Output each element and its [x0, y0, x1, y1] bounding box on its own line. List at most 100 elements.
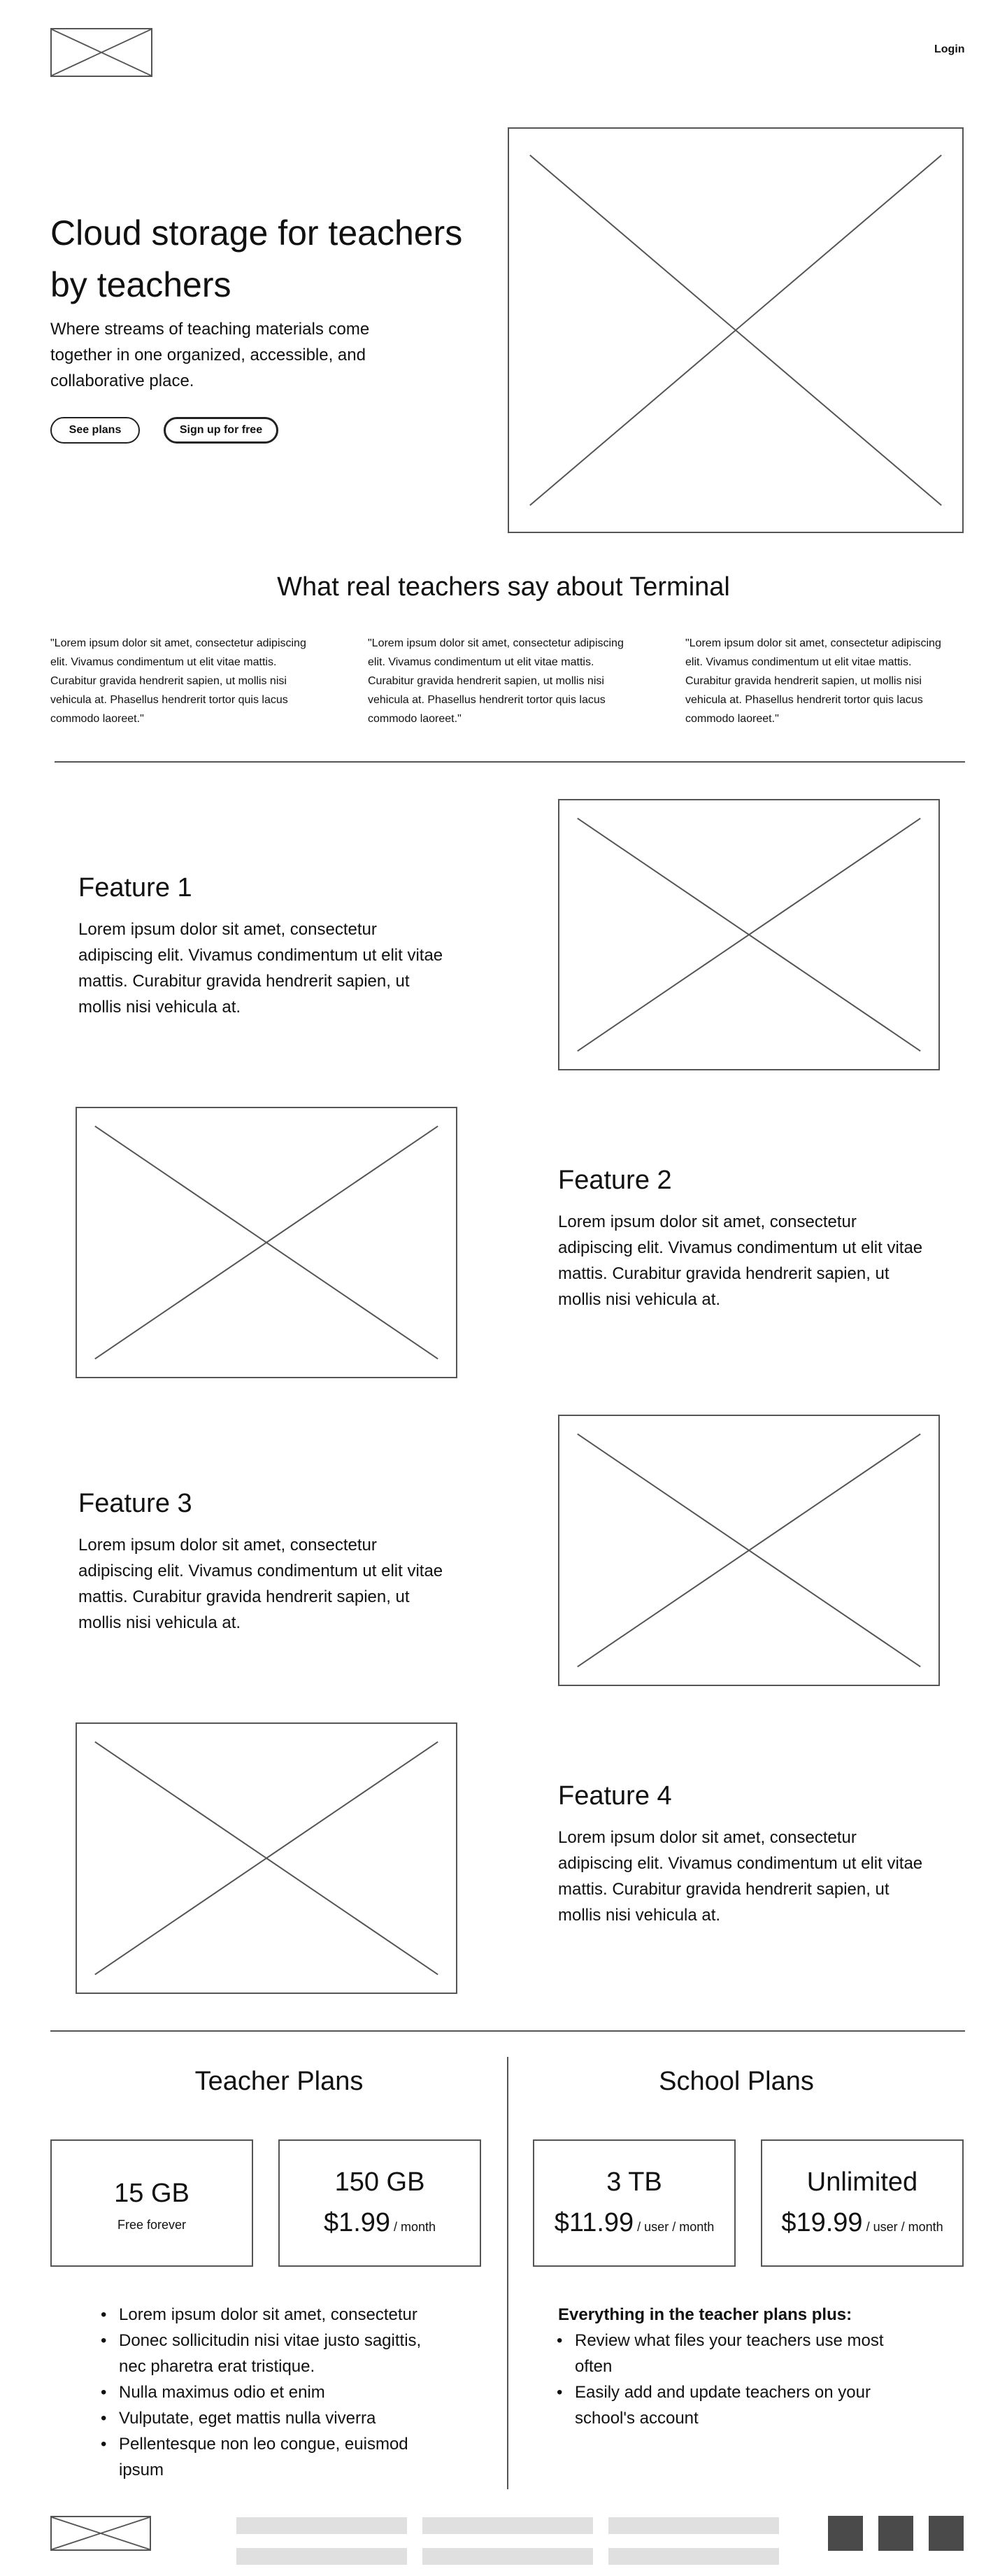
list-item-line: Donec sollicitudin nisi vitae justo sagi… [119, 2331, 422, 2350]
quote-line: commodo laoreet." [50, 713, 144, 725]
quote-line: Curabitur gravida hendrerit sapien, ut m… [685, 675, 922, 687]
hero-title-line: Cloud storage for teachers [50, 213, 463, 253]
footer-logo-placeholder[interactable] [50, 2516, 151, 2551]
hero-image-placeholder [508, 127, 964, 533]
plan-size: 15 GB [114, 2179, 190, 2208]
social-icon[interactable] [828, 2516, 863, 2551]
plan-card-3tb[interactable]: 3 TB $11.99 / user / month [533, 2139, 736, 2267]
quote-line: commodo laoreet." [685, 713, 779, 725]
section-divider [55, 761, 965, 763]
hero-title: Cloud storage for teachers by teachers [50, 207, 462, 311]
list-item-line: Easily add and update teachers on your [575, 2383, 871, 2402]
price-unit: / user / month [862, 2220, 943, 2234]
school-plans-heading: School Plans [659, 2067, 814, 2096]
plan-note: Free forever [117, 2218, 187, 2232]
teacher-plans-heading: Teacher Plans [194, 2067, 364, 2096]
feature-description: Lorem ipsum dolor sit amet, consectetur … [558, 1209, 950, 1312]
see-plans-button[interactable]: See plans [50, 417, 140, 444]
plan-card-unlimited[interactable]: Unlimited $19.99 / user / month [761, 2139, 964, 2267]
school-plans-features: Review what files your teachers use most… [555, 2328, 947, 2431]
feature-line: mattis. Curabitur gravida hendrerit sapi… [78, 972, 410, 991]
quote-line: "Lorem ipsum dolor sit amet, consectetur… [685, 637, 941, 649]
quote-line: "Lorem ipsum dolor sit amet, consectetur… [368, 637, 624, 649]
quote-line: vehicula at. Phasellus hendrerit tortor … [685, 694, 923, 706]
list-item: Pellentesque non leo congue, euismod ipsu… [99, 2431, 491, 2483]
list-item: Vulputate, eget mattis nulla viverra [99, 2405, 491, 2431]
testimonial-quote: "Lorem ipsum dolor sit amet, consectetur… [685, 634, 958, 728]
price-amount: $19.99 [781, 2208, 863, 2237]
section-divider [50, 2030, 965, 2032]
list-item-line: Review what files your teachers use most [575, 2331, 884, 2350]
list-item: Lorem ipsum dolor sit amet, consectetur [99, 2302, 491, 2328]
feature-line: adipiscing elit. Vivamus condimentum ut … [78, 1562, 443, 1580]
feature-line: mollis nisi vehicula at. [558, 1290, 721, 1309]
list-item: Review what files your teachers use most… [555, 2328, 947, 2379]
feature-line: adipiscing elit. Vivamus condimentum ut … [78, 946, 443, 965]
plan-card-150gb[interactable]: 150 GB $1.99 / month [278, 2139, 481, 2267]
price-amount: $11.99 [554, 2208, 634, 2237]
feature-description: Lorem ipsum dolor sit amet, consectetur … [78, 917, 470, 1020]
quote-line: vehicula at. Phasellus hendrerit tortor … [368, 694, 606, 706]
social-icon[interactable] [878, 2516, 913, 2551]
quote-line: Curabitur gravida hendrerit sapien, ut m… [368, 675, 604, 687]
feature-title: Feature 2 [558, 1166, 672, 1195]
quote-line: elit. Vivamus condimentum ut elit vitae … [685, 656, 912, 668]
list-item: Easily add and update teachers on your sc… [555, 2379, 947, 2431]
logo-placeholder[interactable] [50, 28, 152, 77]
feature-line: Lorem ipsum dolor sit amet, consectetur [78, 920, 377, 939]
footer-link-placeholder[interactable] [608, 2517, 779, 2534]
feature-line: Lorem ipsum dolor sit amet, consectetur [558, 1212, 857, 1231]
hero-subtitle-line: together in one organized, accessible, a… [50, 346, 366, 365]
list-item: Nulla maximus odio et enim [99, 2379, 491, 2405]
feature-line: mollis nisi vehicula at. [78, 998, 241, 1017]
plan-size: 3 TB [606, 2167, 662, 2197]
list-item-line: often [575, 2357, 613, 2376]
list-item-line: ipsum [119, 2461, 164, 2479]
list-item-line: Nulla maximus odio et enim [119, 2383, 325, 2402]
quote-line: elit. Vivamus condimentum ut elit vitae … [50, 656, 277, 668]
quote-line: Curabitur gravida hendrerit sapien, ut m… [50, 675, 287, 687]
hero-subtitle: Where streams of teaching materials come… [50, 316, 369, 394]
footer-link-placeholder[interactable] [236, 2517, 407, 2534]
plan-card-15gb[interactable]: 15 GB Free forever [50, 2139, 253, 2267]
plan-size: Unlimited [806, 2167, 918, 2197]
hero-title-line: by teachers [50, 265, 231, 304]
footer-link-placeholder[interactable] [422, 2548, 593, 2565]
price-amount: $1.99 [323, 2208, 391, 2237]
feature-line: adipiscing elit. Vivamus condimentum ut … [558, 1854, 923, 1873]
school-plans-intro: Everything in the teacher plans plus: [558, 2305, 852, 2324]
footer-link-placeholder[interactable] [236, 2548, 407, 2565]
list-item-line: school's account [575, 2409, 699, 2428]
price-unit: / month [390, 2220, 436, 2234]
list-item-line: Lorem ipsum dolor sit amet, consectetur [119, 2305, 417, 2324]
feature-title: Feature 1 [78, 873, 192, 903]
feature-image-placeholder [76, 1107, 457, 1378]
plan-size: 150 GB [334, 2167, 425, 2197]
feature-description: Lorem ipsum dolor sit amet, consectetur … [78, 1532, 470, 1636]
hero-subtitle-line: Where streams of teaching materials come [50, 320, 370, 339]
social-icon[interactable] [929, 2516, 964, 2551]
feature-line: adipiscing elit. Vivamus condimentum ut … [558, 1238, 923, 1257]
feature-line: mattis. Curabitur gravida hendrerit sapi… [78, 1587, 410, 1606]
testimonial-quote: "Lorem ipsum dolor sit amet, consectetur… [50, 634, 323, 728]
feature-image-placeholder [76, 1722, 457, 1994]
plan-price: $19.99 / user / month [762, 2208, 962, 2238]
feature-title: Feature 4 [558, 1781, 672, 1811]
testimonials-heading: What real teachers say about Terminal [277, 572, 730, 602]
footer-link-placeholder[interactable] [608, 2548, 779, 2565]
feature-line: mattis. Curabitur gravida hendrerit sapi… [558, 1264, 890, 1283]
plans-column-divider [507, 2057, 508, 2489]
feature-image-placeholder [558, 1415, 940, 1686]
hero-subtitle-line: collaborative place. [50, 371, 194, 390]
list-item-line: nec pharetra erat tristique. [119, 2357, 315, 2376]
quote-line: "Lorem ipsum dolor sit amet, consectetur… [50, 637, 306, 649]
quote-line: elit. Vivamus condimentum ut elit vitae … [368, 656, 594, 668]
feature-line: Lorem ipsum dolor sit amet, consectetur [558, 1828, 857, 1847]
list-item-line: Vulputate, eget mattis nulla viverra [119, 2409, 376, 2428]
list-item-line: Pellentesque non leo congue, euismod [119, 2435, 408, 2454]
quote-line: vehicula at. Phasellus hendrerit tortor … [50, 694, 288, 706]
login-link[interactable]: Login [934, 43, 965, 56]
signup-button[interactable]: Sign up for free [164, 417, 278, 444]
footer-link-placeholder[interactable] [422, 2517, 593, 2534]
feature-line: mollis nisi vehicula at. [558, 1906, 721, 1925]
